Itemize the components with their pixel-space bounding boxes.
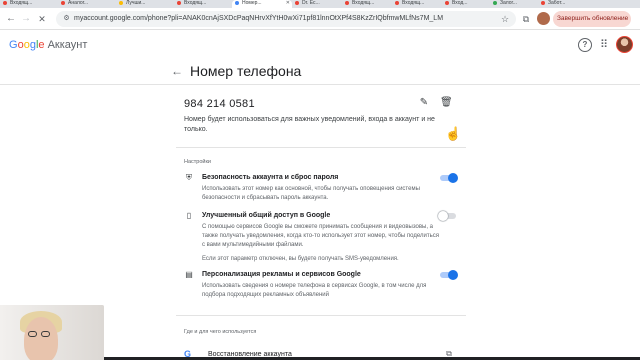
back-arrow-icon[interactable]: ←: [5, 13, 17, 25]
tab-favicon: [395, 1, 399, 5]
tab-favicon: [235, 1, 239, 5]
browser-tab[interactable]: Dr. Ес...: [292, 0, 342, 8]
forward-arrow-icon[interactable]: →: [20, 13, 32, 25]
hand-cursor-icon: ☝: [445, 126, 462, 141]
tab-label: Входящ...: [352, 0, 375, 6]
browser-tab[interactable]: Забот...: [538, 0, 586, 8]
tab-favicon: [541, 1, 545, 5]
toggle-knob: [448, 270, 458, 280]
tab-favicon: [119, 1, 123, 5]
browser-tab[interactable]: Вход...: [442, 0, 490, 8]
tab-favicon: [445, 1, 449, 5]
finish-update-button[interactable]: Завершить обновление: [553, 11, 631, 27]
phone-number: 984 214 0581: [184, 98, 255, 110]
toggle-knob: [438, 211, 448, 221]
help-icon[interactable]: ?: [578, 38, 592, 52]
phone-icon: ▯: [186, 211, 192, 220]
tab-favicon: [295, 1, 299, 5]
tab-close-icon[interactable]: ✕: [286, 0, 290, 6]
browser-tab[interactable]: Входящ...: [174, 0, 232, 8]
edit-pencil-icon[interactable]: ✎: [418, 97, 430, 109]
toggle-ads[interactable]: [440, 270, 458, 280]
toggle-security[interactable]: [440, 173, 458, 183]
bookmark-star-icon[interactable]: ☆: [499, 13, 511, 25]
browser-tab[interactable]: Аналог...: [58, 0, 116, 8]
tab-label: Залог...: [500, 0, 517, 6]
webcam-glasses-right: [41, 331, 50, 337]
shield-icon: ⛨: [186, 173, 192, 182]
webcam-overlay: [0, 305, 104, 360]
tab-label: Вход...: [452, 0, 468, 6]
delete-trash-icon[interactable]: 🗑: [440, 97, 453, 109]
setting-title-ads: Персонализация рекламы и сервисов Google: [202, 271, 361, 278]
browser-tab-strip: Входящ... Аналог... Лучши... Входящ... Н…: [0, 0, 640, 8]
settings-section-label: Настройки: [184, 159, 211, 165]
tab-label: Аналог...: [68, 0, 89, 6]
profile-icon[interactable]: [537, 12, 550, 25]
usage-section-label: Где и для чего используется: [184, 329, 257, 335]
page-title: Номер телефона: [190, 63, 302, 79]
site-settings-icon[interactable]: ⚙: [62, 14, 71, 23]
tab-label: Входящ...: [402, 0, 425, 6]
address-bar[interactable]: ⚙ myaccount.google.com/phone?pli=ANAK0cn…: [56, 11, 516, 27]
toggle-knob: [448, 173, 458, 183]
tab-label: Входящ...: [10, 0, 33, 6]
ad-icon: ▤: [185, 270, 193, 279]
apps-grid-icon[interactable]: ⠿: [597, 38, 611, 52]
webcam-glasses-left: [28, 331, 37, 337]
tab-label: Номер...: [242, 0, 262, 6]
browser-tab[interactable]: Входящ...: [342, 0, 392, 8]
setting-desc-sharing: С помощью сервисов Google вы сможете при…: [202, 224, 439, 248]
back-arrow-icon[interactable]: ←: [171, 63, 183, 79]
webcam-person-face: [24, 317, 58, 360]
phone-description: Номер будет использоваться для важных ув…: [184, 116, 435, 133]
tab-label: Входящ...: [184, 0, 207, 6]
browser-tab[interactable]: Лучши...: [116, 0, 174, 8]
setting-title-security: Безопасность аккаунта и сброс пароля: [202, 174, 339, 181]
tab-favicon: [61, 1, 65, 5]
tab-favicon: [493, 1, 497, 5]
tab-label: Лучши...: [126, 0, 146, 6]
tab-favicon: [177, 1, 181, 5]
browser-tab[interactable]: Залог...: [490, 0, 538, 8]
setting-desc-ads: Использовать сведения о номере телефона …: [202, 283, 427, 298]
browser-tab[interactable]: Входящ...: [0, 0, 58, 8]
tab-favicon: [345, 1, 349, 5]
extensions-icon[interactable]: ⧉: [520, 13, 532, 25]
setting-title-sharing: Улучшенный общий доступ в Google: [202, 212, 331, 219]
tab-label: Dr. Ес...: [302, 0, 320, 6]
divider: [176, 315, 466, 316]
browser-tab[interactable]: Входящ...: [392, 0, 442, 8]
browser-tab-active[interactable]: Номер... ✕: [232, 0, 292, 8]
setting-note-sharing: Если этот параметр отключен, вы будете п…: [202, 256, 399, 262]
app-header: Google Аккаунт ? ⠿: [0, 31, 640, 59]
google-account-logo[interactable]: Google Аккаунт: [9, 38, 87, 52]
tab-label: Забот...: [548, 0, 566, 6]
url-text[interactable]: myaccount.google.com/phone?pli=ANAK0cnAj…: [74, 14, 443, 24]
toggle-sharing[interactable]: [438, 211, 456, 221]
page-header: ← Номер телефона: [0, 59, 640, 85]
browser-toolbar: ← → ✕ ⚙ myaccount.google.com/phone?pli=A…: [0, 8, 640, 30]
setting-desc-security: Использовать этот номер как основной, чт…: [202, 186, 420, 201]
logo-account-text: Аккаунт: [47, 39, 88, 51]
stop-loading-icon[interactable]: ✕: [36, 13, 48, 25]
account-avatar[interactable]: [616, 36, 633, 53]
divider: [176, 147, 466, 148]
tab-favicon: [3, 1, 7, 5]
